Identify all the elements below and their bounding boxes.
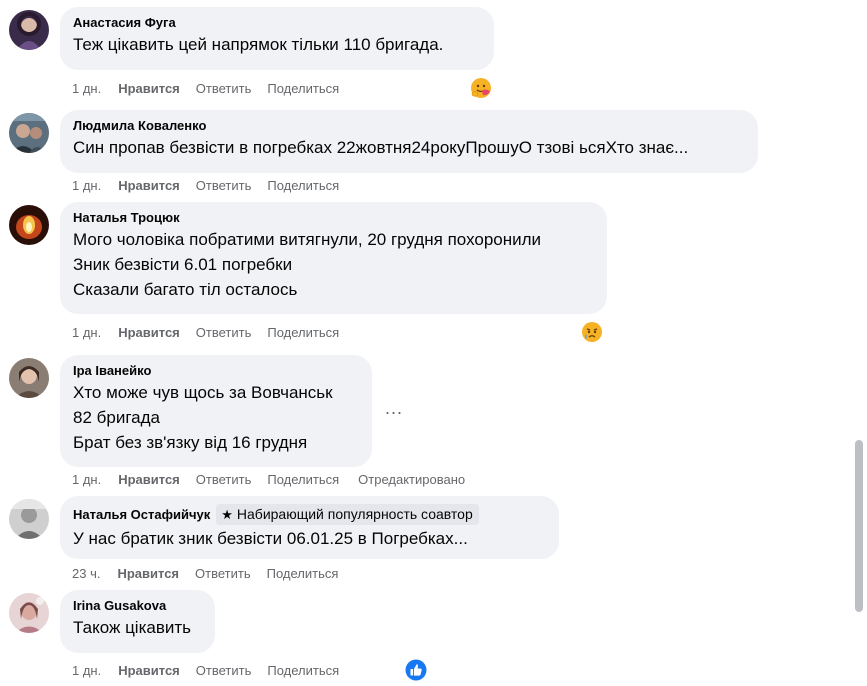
like-button[interactable]: Нравится xyxy=(118,663,180,679)
comment-text: Мого чоловіка побратими витягнули, 20 гр… xyxy=(73,227,595,302)
share-button[interactable]: Поделиться xyxy=(267,663,339,679)
badge-label: Набирающий популярность соавтор xyxy=(236,506,473,522)
comment-author[interactable]: Людмила Коваленко xyxy=(73,118,746,134)
comment-actions: 1 дн. Нравится Ответить Поделиться xyxy=(72,81,355,97)
comment-time[interactable]: 1 дн. xyxy=(72,663,101,679)
reply-button[interactable]: Ответить xyxy=(196,325,252,341)
hug-emoji-icon[interactable] xyxy=(470,77,492,99)
comment-bubble: Irina Gusakova Також цікавить xyxy=(60,590,215,653)
comment-author-row: Наталья Остафийчук ★ Набирающий популярнос… xyxy=(73,504,547,525)
share-button[interactable]: Поделиться xyxy=(267,81,339,97)
comment-actions: 1 дн. Нравится Ответить Поделиться xyxy=(72,178,355,194)
comment-text-line: Сказали багато тіл осталось xyxy=(73,280,298,299)
comment-text-line: Брат без зв'язку від 16 грудня xyxy=(73,433,308,452)
rising-contributor-badge[interactable]: ★ Набирающий популярность соавтор xyxy=(216,504,479,525)
like-emoji-icon[interactable] xyxy=(405,659,427,681)
comment-author[interactable]: Іра Іванейко xyxy=(73,363,360,379)
comment-bubble: Іра Іванейко Хто може чув щось за Вовчан… xyxy=(60,355,372,467)
share-button[interactable]: Поделиться xyxy=(267,325,339,341)
comment-actions: 1 дн. Нравится Ответить Поделиться Отредакти… xyxy=(72,472,481,488)
avatar[interactable] xyxy=(9,113,49,153)
avatar[interactable] xyxy=(9,593,49,633)
comment-actions: 23 ч. Нравится Ответить Поделиться xyxy=(72,566,354,582)
like-button[interactable]: Нравится xyxy=(118,325,180,341)
star-badge-icon: ★ xyxy=(221,507,233,522)
comment-time[interactable]: 1 дн. xyxy=(72,178,101,194)
share-button[interactable]: Поделиться xyxy=(267,178,339,194)
reply-button[interactable]: Ответить xyxy=(195,566,251,582)
comment-bubble: Людмила Коваленко Син пропав безвісти в … xyxy=(60,110,758,173)
comment-actions: 1 дн. Нравится Ответить Поделиться xyxy=(72,663,355,679)
share-button[interactable]: Поделиться xyxy=(267,472,339,488)
more-options-button[interactable]: ... xyxy=(385,398,403,419)
avatar[interactable] xyxy=(9,205,49,245)
comment-text: Син пропав безвісти в погребках 22жовтня… xyxy=(73,138,689,157)
sad-emoji-icon[interactable] xyxy=(581,321,603,343)
comment-time[interactable]: 1 дн. xyxy=(72,472,101,488)
avatar[interactable] xyxy=(9,499,49,539)
scrollbar-thumb[interactable] xyxy=(855,440,863,612)
comment-author[interactable]: Наталья Остафийчук xyxy=(73,507,210,522)
like-button[interactable]: Нравится xyxy=(118,81,180,97)
comment-text-line: Хто може чув щось за Вовчанськ xyxy=(73,383,333,402)
comment-text-line: Мого чоловіка побратими витягнули, 20 гр… xyxy=(73,230,542,249)
comment-author[interactable]: Irina Gusakova xyxy=(73,598,203,614)
comment-time[interactable]: 23 ч. xyxy=(72,566,100,582)
reply-button[interactable]: Ответить xyxy=(196,178,252,194)
comment-text: Теж цікавить цей напрямок тільки 110 бри… xyxy=(73,35,444,54)
avatar[interactable] xyxy=(9,10,49,50)
reply-button[interactable]: Ответить xyxy=(196,663,252,679)
comment-bubble: Наталья Остафийчук ★ Набирающий популярнос… xyxy=(60,496,559,559)
share-button[interactable]: Поделиться xyxy=(267,566,339,582)
avatar[interactable] xyxy=(9,358,49,398)
comment-text-line: Зник безвісти 6.01 погребки xyxy=(73,255,293,274)
comment-text-line: 82 бригада xyxy=(73,408,160,427)
comment-bubble: Анастасия Фуга Теж цікавить цей напрямок… xyxy=(60,7,494,70)
comment-text: Також цікавить xyxy=(73,618,192,637)
like-button[interactable]: Нравится xyxy=(117,566,179,582)
comment-time[interactable]: 1 дн. xyxy=(72,325,101,341)
edited-label: Отредактировано xyxy=(358,472,466,487)
comment-author[interactable]: Наталья Троцюк xyxy=(73,210,595,226)
like-button[interactable]: Нравится xyxy=(118,472,180,488)
comment-author[interactable]: Анастасия Фуга xyxy=(73,15,482,31)
comment-text: Хто може чув щось за Вовчанськ 82 бригад… xyxy=(73,380,360,455)
like-button[interactable]: Нравится xyxy=(118,178,180,194)
reply-button[interactable]: Ответить xyxy=(196,81,252,97)
comment-bubble: Наталья Троцюк Мого чоловіка побратими в… xyxy=(60,202,607,314)
comment-time[interactable]: 1 дн. xyxy=(72,81,101,97)
reply-button[interactable]: Ответить xyxy=(196,472,252,488)
comment-text: У нас братик зник безвісти 06.01.25 в По… xyxy=(73,529,468,548)
comment-actions: 1 дн. Нравится Ответить Поделиться xyxy=(72,325,355,341)
